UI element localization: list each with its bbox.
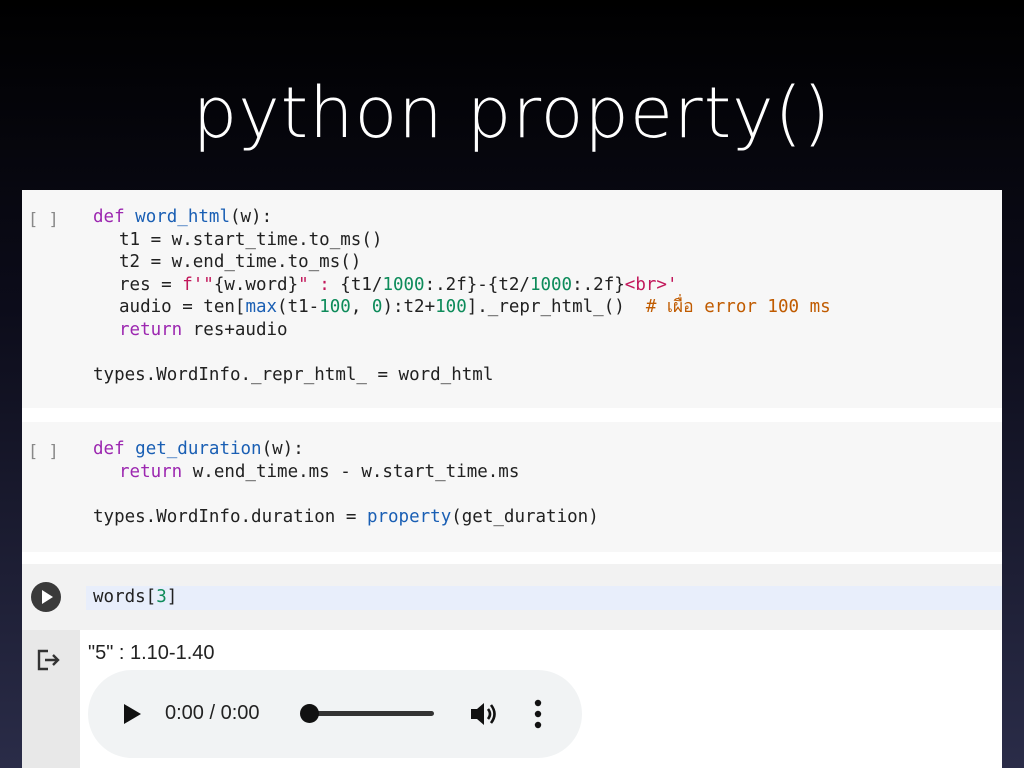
audio-player[interactable]: 0:00 / 0:00 <box>88 670 582 758</box>
code-cell-words[interactable]: words[3] <box>22 564 1002 630</box>
code-line: t1 = w.start_time.to_ms() <box>119 229 383 250</box>
code-line: def word_html(w): <box>93 207 273 227</box>
audio-progress-thumb[interactable] <box>300 704 319 723</box>
code-line: t2 = w.end_time.to_ms() <box>119 252 362 272</box>
output-gutter <box>22 630 80 768</box>
play-icon <box>42 590 53 604</box>
code-cell-get-duration[interactable]: [ ] def get_duration(w): return w.end_tim… <box>22 422 1002 552</box>
slide-title: python property() <box>192 72 832 154</box>
code-line: return res+audio <box>119 319 288 340</box>
code-line: audio = ten[max(t1-100, 0):t2+100]._repr… <box>119 297 831 317</box>
code-editor[interactable]: def get_duration(w): return w.end_time.ms… <box>93 438 599 528</box>
code-line: types.WordInfo._repr_html_ = word_html <box>93 364 494 385</box>
play-icon[interactable] <box>124 704 141 724</box>
code-line: def get_duration(w): <box>93 439 304 459</box>
audio-time: 0:00 / 0:00 <box>165 702 260 724</box>
code-line: types.WordInfo.duration = property(get_d… <box>93 506 599 527</box>
output-text: "5" : 1.10-1.40 <box>88 642 215 664</box>
notebook-screenshot: [ ] def word_html(w): t1 = w.start_time.t… <box>22 190 1002 768</box>
code-line: return w.end_time.ms - w.start_time.ms <box>119 461 520 482</box>
code-editor[interactable]: words[3] <box>86 586 1002 610</box>
code-line: res = f'"{w.word}" : {t1/1000:.2f}-{t2/1… <box>119 274 678 295</box>
cell-run-indicator[interactable]: [ ] <box>28 442 59 462</box>
code-editor[interactable]: def word_html(w): t1 = w.start_time.to_ms… <box>93 206 831 386</box>
audio-progress-track[interactable] <box>302 711 434 716</box>
cell-run-indicator[interactable]: [ ] <box>28 210 59 230</box>
code-cell-word-html[interactable]: [ ] def word_html(w): t1 = w.start_time.t… <box>22 190 1002 408</box>
output-redirect-icon[interactable] <box>36 649 62 671</box>
volume-icon[interactable] <box>469 700 501 728</box>
run-cell-button[interactable] <box>31 582 61 612</box>
more-vert-icon[interactable] <box>533 698 543 730</box>
